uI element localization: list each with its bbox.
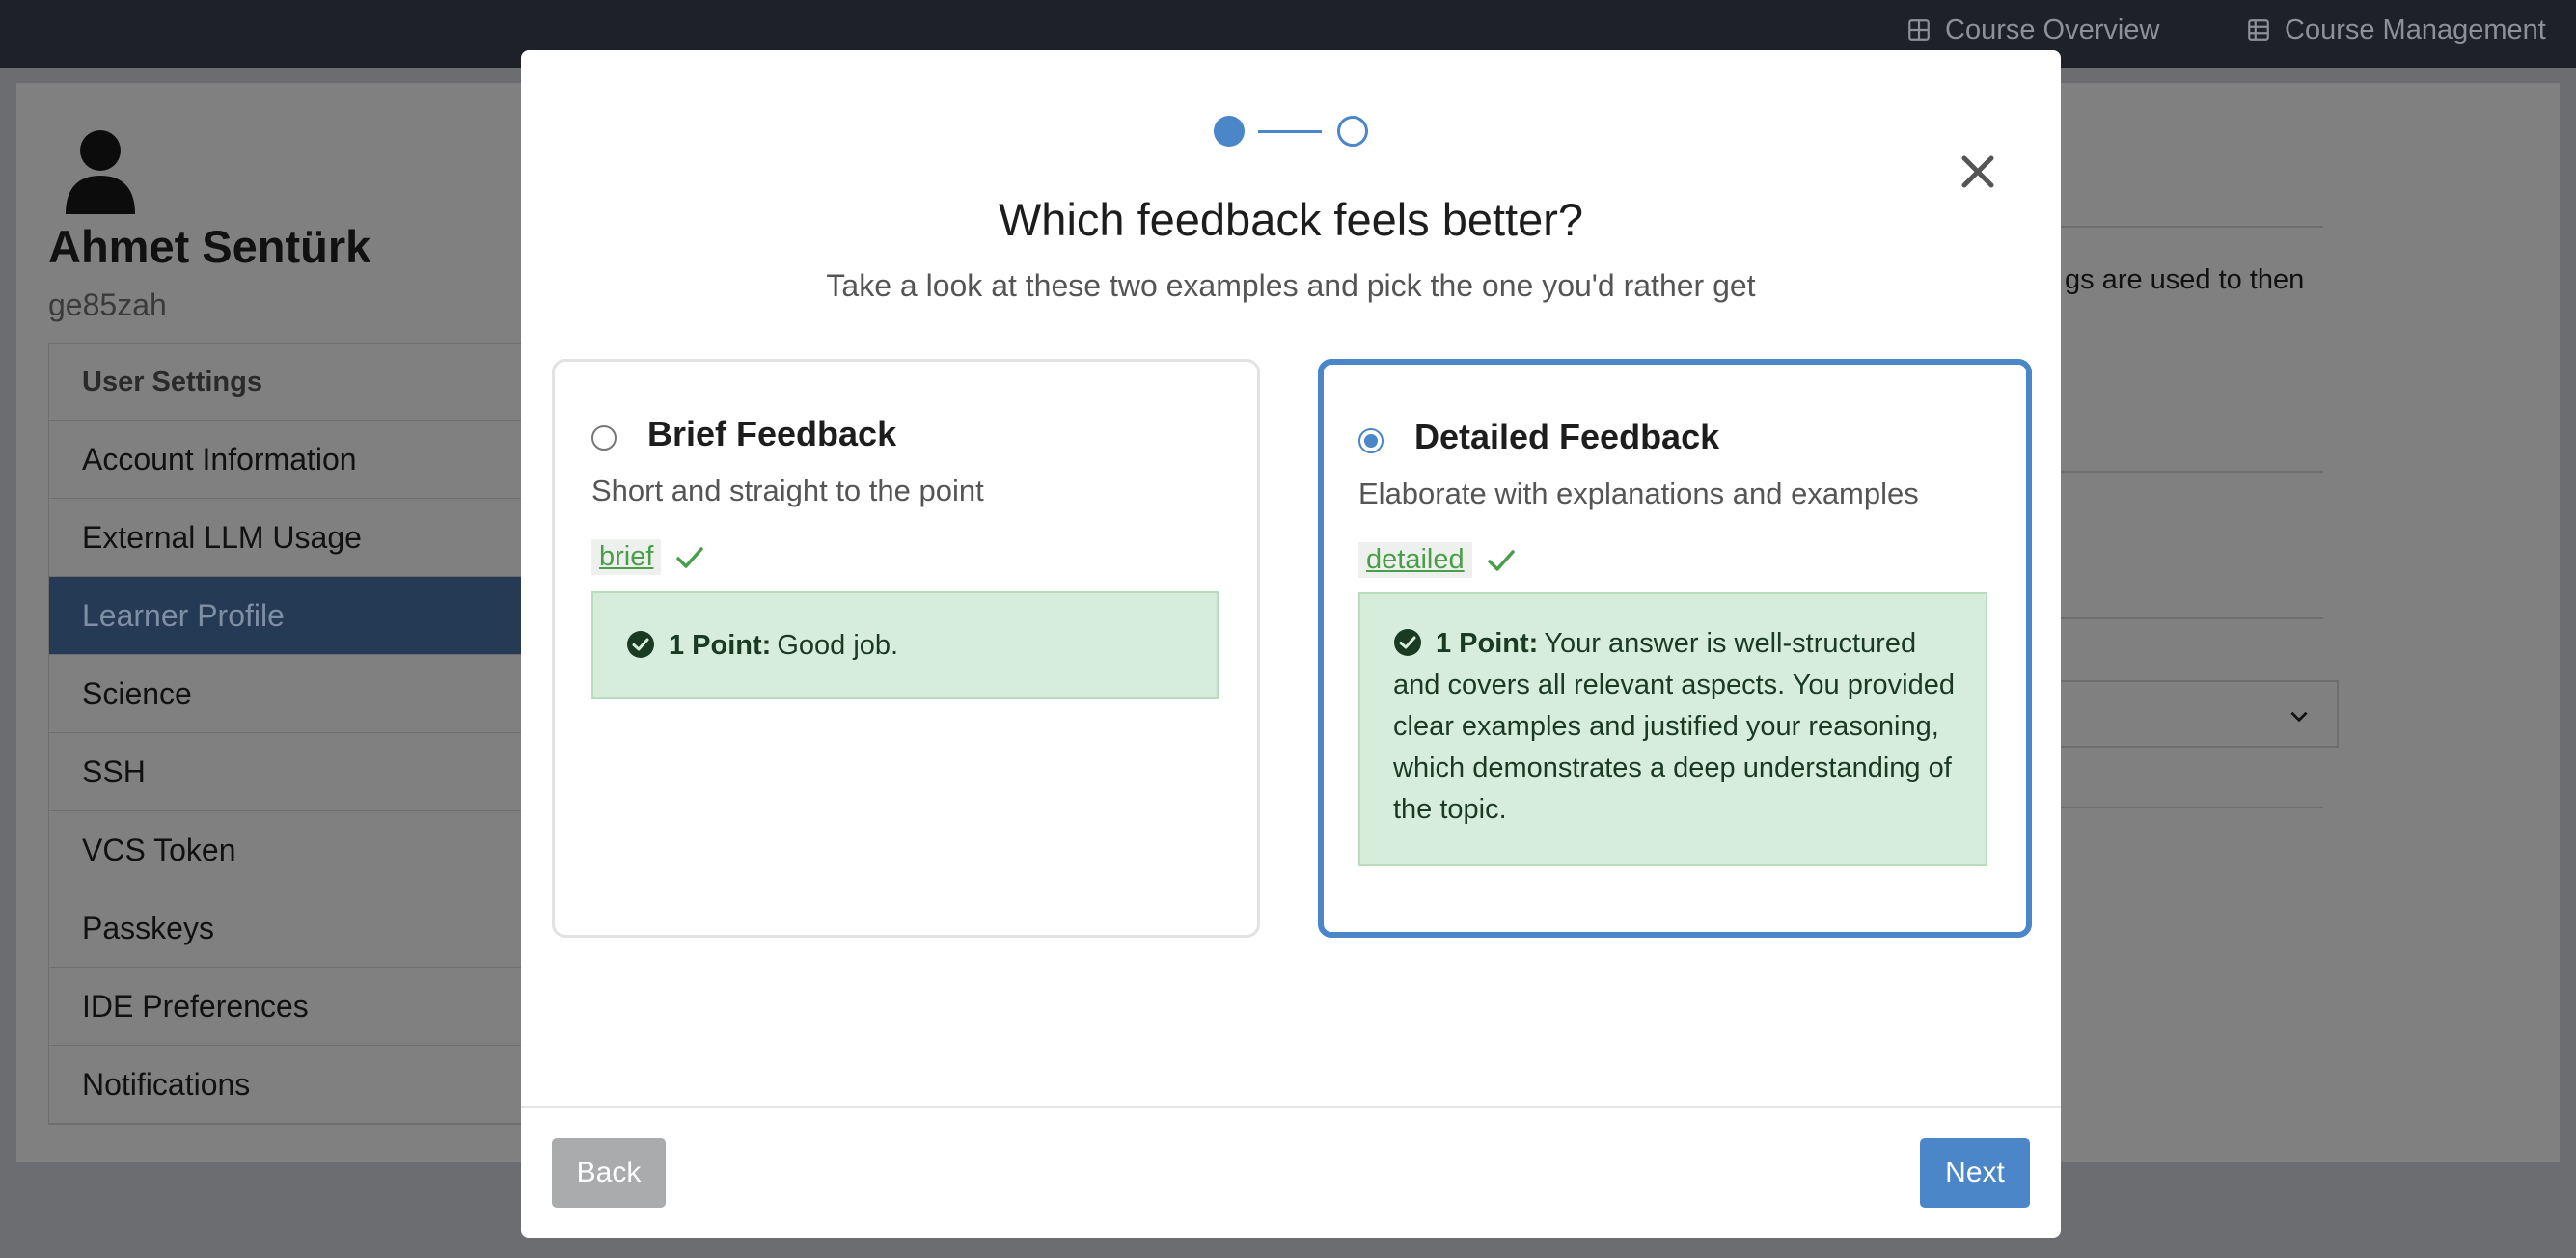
check-circle-icon [1394,629,1421,656]
next-button[interactable]: Next [1920,1138,2030,1208]
step-2-dot [1337,116,1368,147]
step-indicator [1214,110,1368,152]
profile-login: ge85zah [48,287,167,322]
sidebar-item-learner-profile[interactable]: Learner Profile [49,577,524,655]
sidebar-item-vcs-token[interactable]: VCS Token [49,811,524,889]
step-1-dot [1214,116,1245,147]
divider [2061,226,2323,228]
checkmark-icon [1487,549,1515,571]
sidebar-item-external-llm-usage[interactable]: External LLM Usage [49,499,524,577]
nav-link-label: Course Overview [1945,14,2160,45]
modal-title: Which feedback feels better? [998,194,1584,245]
chevron-down-icon [2290,711,2308,723]
nav-link-label: Course Management [2285,14,2546,45]
feedback-text: Good job. [777,630,899,661]
option-description: Short and straight to the point [591,474,984,507]
option-card-brief[interactable]: Brief Feedback Short and straight to the… [552,359,1260,938]
feedback-points: 1 Point: [669,630,772,661]
feedback-example: 1 Point: Your answer is well-structured a… [1358,592,1987,866]
grid-icon [1908,19,1930,41]
profile-name: Ahmet Sentürk [48,221,371,272]
background-select[interactable] [2055,680,2339,748]
table-icon [2248,19,2269,41]
option-description: Elaborate with explanations and examples [1358,477,1919,510]
back-button[interactable]: Back [552,1138,666,1208]
close-icon[interactable] [1957,150,1999,193]
radio-brief[interactable] [591,425,617,451]
tag-row: detailed [1358,542,1517,578]
sidebar-item-ide-preferences[interactable]: IDE Preferences [49,968,524,1046]
tag-brief[interactable]: brief [591,539,662,575]
option-title: Brief Feedback [647,414,897,453]
sidebar-item-ssh[interactable]: SSH [49,733,524,811]
checkmark-icon [676,546,704,568]
sidebar-header: User Settings [49,344,524,421]
user-avatar-icon [66,130,135,214]
divider [2061,471,2323,473]
sidebar-item-account-information[interactable]: Account Information [49,421,524,499]
divider [2061,617,2323,619]
divider [2061,807,2323,808]
feedback-points: 1 Point: [1436,628,1539,659]
sidebar-item-passkeys[interactable]: Passkeys [49,889,524,968]
tag-row: brief [591,539,705,575]
check-circle-icon [627,631,654,658]
radio-detailed[interactable] [1358,428,1384,453]
option-card-detailed[interactable]: Detailed Feedback Elaborate with explana… [1318,359,2032,938]
background-description: gs are used to then [2065,264,2305,295]
sidebar-item-science[interactable]: Science [49,655,524,733]
step-connector [1258,130,1322,133]
feedback-example: 1 Point: Good job. [591,591,1219,699]
option-title: Detailed Feedback [1414,417,1720,456]
feedback-preference-modal: Which feedback feels better? Take a look… [521,50,2061,1238]
nav-course-management[interactable]: Course Management [2246,0,2546,60]
modal-subtitle: Take a look at these two examples and pi… [826,268,1756,303]
settings-sidebar: User Settings Account Information Extern… [48,343,524,1125]
sidebar-item-notifications[interactable]: Notifications [49,1046,524,1124]
modal-footer-divider [521,1106,2061,1108]
tag-detailed[interactable]: detailed [1358,542,1472,578]
